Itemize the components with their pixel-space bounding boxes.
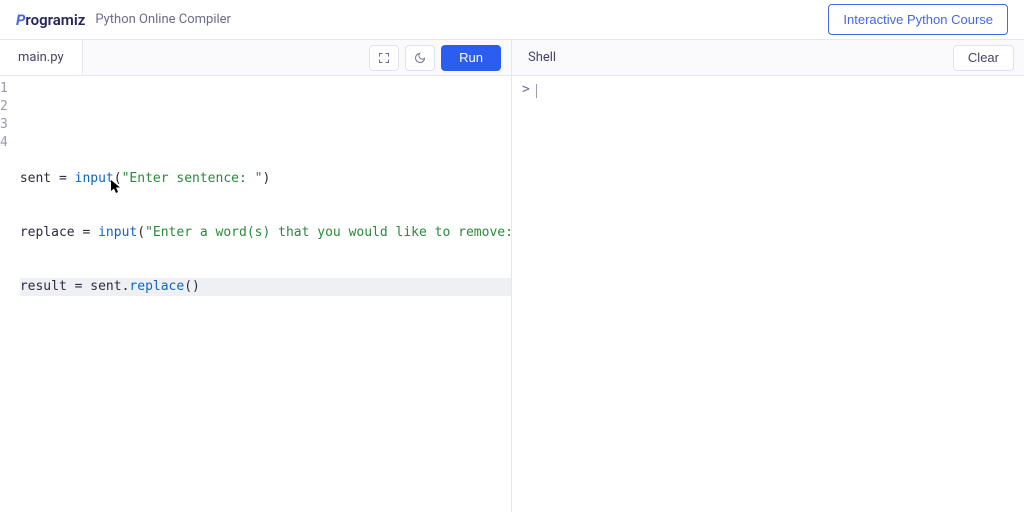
run-button[interactable]: Run [441,45,501,71]
brand-logo[interactable]: Programiz [16,11,85,29]
shell-prompt: > [522,82,530,98]
page-subtitle: Python Online Compiler [95,12,231,27]
editor-toolbar: main.py Run [0,40,511,76]
theme-toggle-button[interactable] [405,45,435,71]
line-gutter: 1 2 3 4 [0,76,16,512]
line-number: 3 [0,116,8,134]
tab-shell[interactable]: Shell [512,40,572,75]
code-line: replace = input("Enter a word(s) that yo… [20,224,511,242]
code-content[interactable]: sent = input("Enter sentence: ") replace… [16,76,511,512]
line-number: 4 [0,134,8,152]
moon-icon [414,52,426,64]
app-header: Programiz Python Online Compiler Interac… [0,0,1024,40]
maximize-icon [378,52,390,64]
shell-toolbar: Shell Clear [512,40,1024,76]
shell-pane: Shell Clear > [512,40,1024,512]
header-left: Programiz Python Online Compiler [16,11,231,29]
line-number: 2 [0,98,8,116]
shell-cursor [536,84,537,98]
code-editor[interactable]: 1 2 3 4 sent = input("Enter sentence: ")… [0,76,511,512]
code-line: sent = input("Enter sentence: ") [20,170,511,188]
main-split: main.py Run 1 2 3 4 sent = input("Enter … [0,40,1024,512]
brand-text: rogramiz [25,11,85,29]
editor-pane: main.py Run 1 2 3 4 sent = input("Enter … [0,40,512,512]
code-line [20,116,511,134]
clear-button[interactable]: Clear [953,45,1014,71]
brand-accent: P [16,11,25,29]
fullscreen-button[interactable] [369,45,399,71]
course-button[interactable]: Interactive Python Course [828,4,1008,35]
shell-output[interactable]: > [512,76,1024,104]
line-number: 1 [0,80,8,98]
code-line-active: result = sent.replace() [20,278,511,296]
tab-main-py[interactable]: main.py [0,40,83,75]
